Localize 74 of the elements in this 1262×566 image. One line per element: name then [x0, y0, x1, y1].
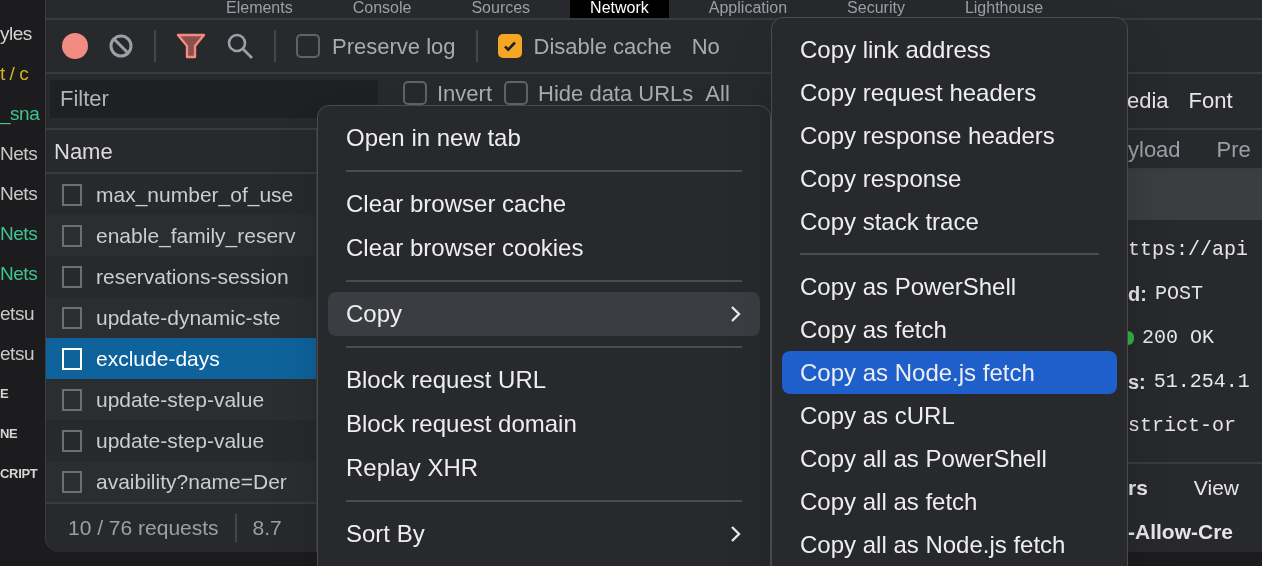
request-row[interactable]: update-step-value	[46, 379, 316, 420]
menu-item[interactable]: Copy request headers	[782, 71, 1117, 114]
menu-item[interactable]: Copy as cURL	[782, 394, 1117, 437]
code-fragment: CRIPT	[0, 465, 39, 483]
code-fragment: Nets	[0, 182, 39, 206]
checkbox-label: Preserve log	[332, 32, 456, 61]
panel-tab[interactable]: Console	[332, 0, 432, 18]
field-value: strict-or	[1128, 413, 1237, 440]
menu-item[interactable]: Copy as fetch	[782, 308, 1117, 351]
panel-tab[interactable]: Application	[688, 0, 808, 18]
menu-item[interactable]: Copy all as PowerShell	[782, 437, 1117, 480]
request-row[interactable]: update-dynamic-ste	[46, 297, 316, 338]
field-value: ttps://api	[1128, 237, 1249, 264]
field-value: 200 OK	[1142, 325, 1214, 352]
menu-item[interactable]: Copy as Node.js fetch	[782, 351, 1117, 394]
code-fragment: Nets	[0, 262, 39, 286]
field-label: s:	[1128, 370, 1146, 396]
menu-item[interactable]: Copy response headers	[782, 114, 1117, 157]
field-value: 51.254.1	[1153, 369, 1250, 396]
checkbox[interactable]	[497, 34, 522, 58]
code-fragment: _sna	[0, 102, 41, 127]
checkbox[interactable]	[296, 34, 320, 58]
panel-tab[interactable]: Network	[570, 0, 669, 18]
type-filter[interactable]: edia	[1127, 84, 1169, 117]
code-fragment: Nets	[0, 222, 39, 246]
menu-item[interactable]: Open in new tab	[328, 116, 760, 160]
request-row[interactable]: avaibility?name=Der	[46, 461, 316, 502]
menu-item[interactable]: Replay XHR	[328, 446, 760, 490]
header-name: -Allow-Cre	[1128, 519, 1234, 545]
code-fragment: Nets	[0, 142, 39, 166]
details-tab[interactable]: yload	[1128, 132, 1181, 166]
clear-icon[interactable]	[108, 33, 134, 59]
view-source-link[interactable]: View	[1193, 472, 1239, 504]
field-value: POST	[1154, 281, 1203, 308]
menu-item[interactable]: Copy	[328, 292, 760, 336]
code-fragment: t / c	[0, 62, 30, 86]
section-title: rs	[1128, 475, 1148, 502]
filter-field[interactable]: Filter	[50, 80, 378, 118]
menu-item[interactable]: Clear browser cookies	[328, 226, 760, 270]
type-filter[interactable]: Font	[1188, 84, 1233, 117]
checkbox-label: Invert	[437, 79, 493, 108]
details-tab[interactable]: Pre	[1216, 132, 1251, 166]
request-row[interactable]: enable_family_reserv	[46, 215, 316, 256]
code-fragment: etsu	[0, 342, 35, 366]
code-fragment: NE	[0, 425, 19, 443]
code-fragment: E	[0, 385, 10, 403]
menu-item[interactable]: Copy as PowerShell	[782, 265, 1117, 308]
checkbox-label: Disable cache	[533, 32, 672, 61]
field-label: d:	[1128, 282, 1147, 308]
menu-item[interactable]: Block request domain	[328, 402, 760, 446]
menu-item[interactable]: Copy response	[782, 157, 1117, 200]
panel-tab[interactable]: Security	[827, 0, 925, 18]
panel-tab[interactable]: Sources	[451, 0, 551, 18]
request-count: 10 / 76 requests	[68, 515, 219, 542]
menu-item[interactable]: Clear browser cache	[328, 182, 760, 226]
throttling-dropdown[interactable]: No	[691, 29, 720, 63]
code-fragment: yles	[0, 22, 33, 46]
panel-tab[interactable]: Elements	[206, 0, 313, 18]
panel-tab[interactable]: Lighthouse	[944, 0, 1064, 18]
menu-item[interactable]: Copy all as fetch	[782, 480, 1117, 523]
request-row[interactable]: exclude-days	[46, 338, 316, 379]
menu-item[interactable]: Copy stack trace	[782, 200, 1117, 243]
filter-icon[interactable]	[176, 33, 206, 59]
menu-item[interactable]: Sort By	[328, 512, 760, 556]
checkbox-label: Hide data URLs	[538, 79, 694, 108]
search-icon[interactable]	[226, 32, 254, 60]
chevron-right-icon	[730, 305, 742, 323]
menu-item[interactable]: Block request URL	[328, 358, 760, 402]
record-button[interactable]	[62, 33, 88, 59]
transferred-size: 8.7	[252, 515, 282, 542]
code-fragment: etsu	[0, 302, 35, 326]
menu-item[interactable]: Copy all as Node.js fetch	[782, 523, 1117, 566]
chevron-right-icon	[730, 525, 742, 543]
menu-item[interactable]: Copy link address	[782, 28, 1117, 71]
